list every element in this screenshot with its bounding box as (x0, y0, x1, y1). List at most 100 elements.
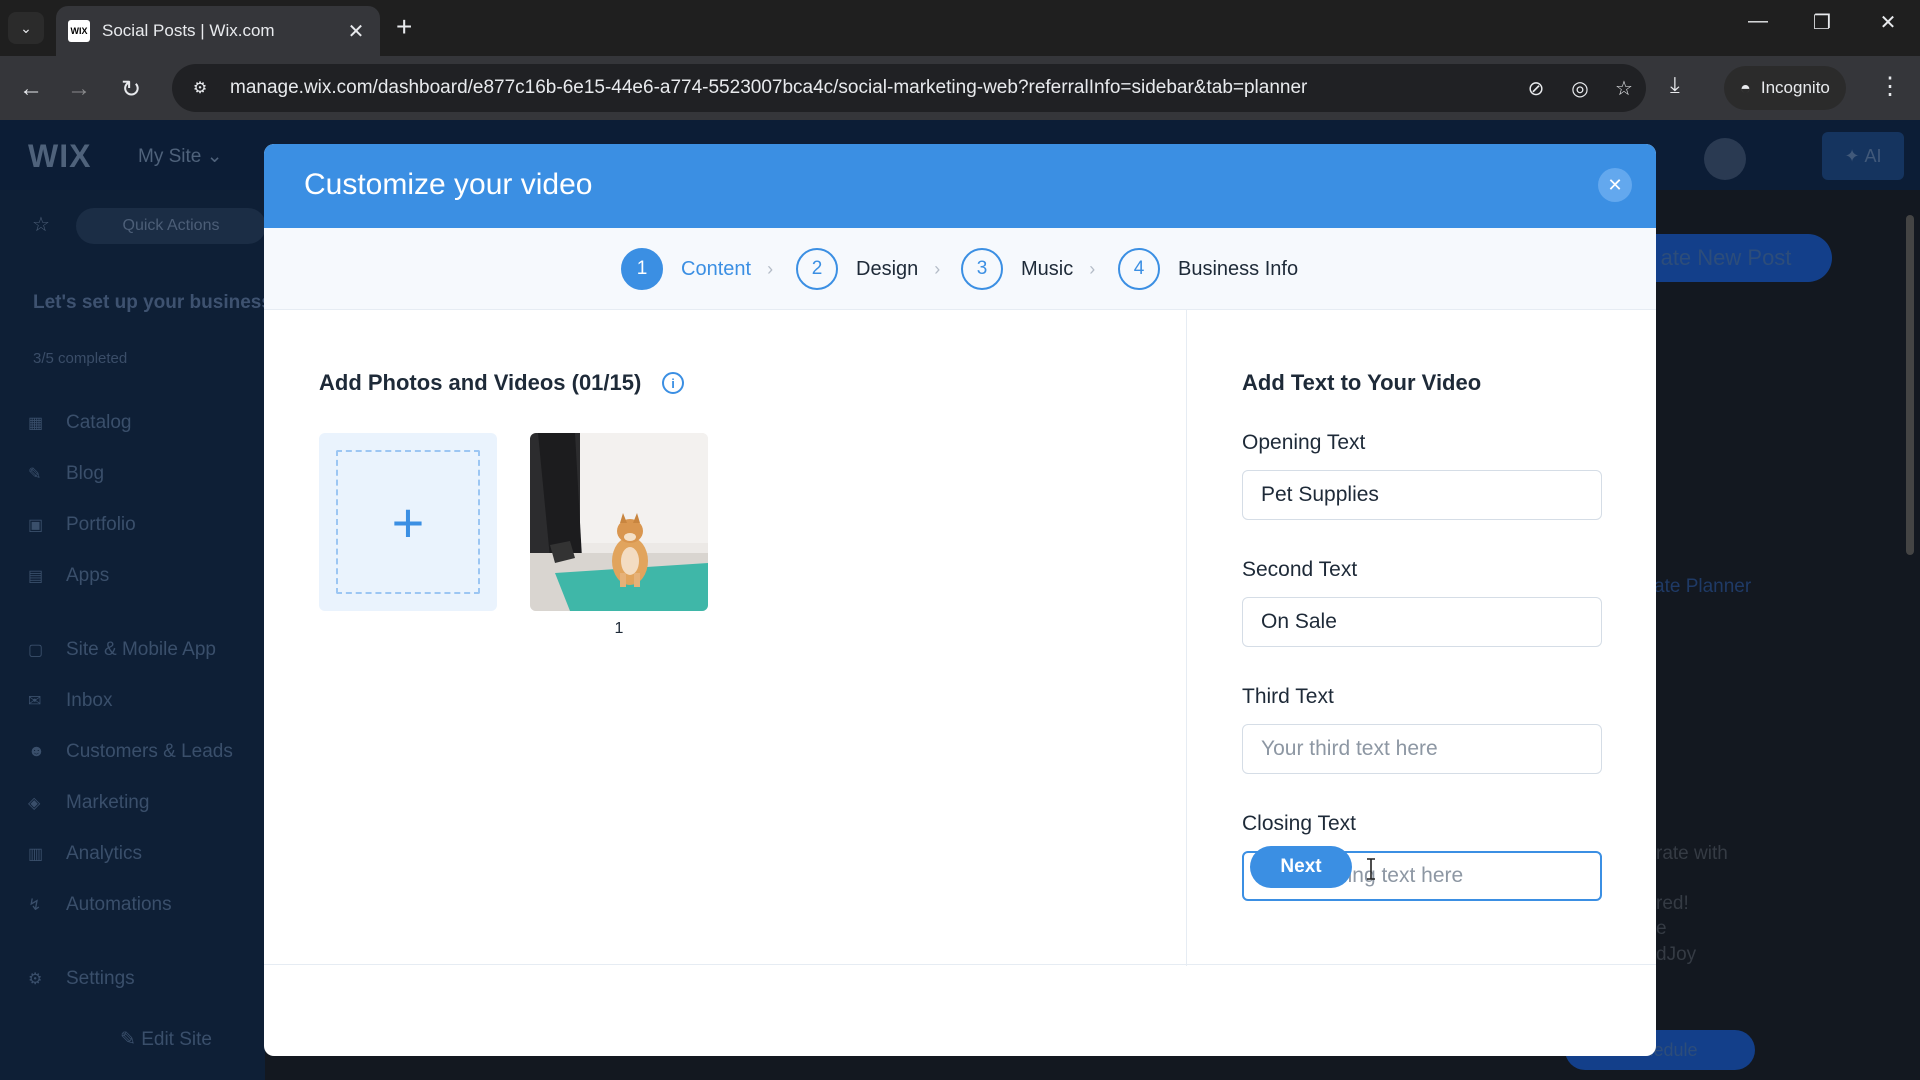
new-tab-icon[interactable]: + (396, 12, 412, 42)
eye-off-icon[interactable]: ◎ (1558, 76, 1602, 101)
site-selector[interactable]: My Site ⌄ (138, 145, 223, 168)
modal-header: Customize your video ✕ (264, 144, 1656, 228)
content-divider (1186, 310, 1187, 966)
wix-favicon-icon: WIX (68, 20, 90, 42)
bg-promo-text-3: e (1656, 918, 1667, 939)
step-label: Content (681, 257, 752, 280)
settings-icon: ⚙ (28, 971, 43, 988)
avatar[interactable] (1704, 138, 1746, 180)
step-number: 1 (621, 248, 663, 290)
incognito-indicator[interactable]: ◓ Incognito (1724, 66, 1846, 110)
customize-video-modal: Customize your video ✕ 1 Content › 2 Des… (264, 144, 1656, 1056)
sidebar-item-label: Catalog (66, 412, 132, 433)
step-number: 3 (961, 248, 1003, 290)
browser-tab-strip: ⌄ WIX Social Posts | Wix.com ✕ + — ❐ ✕ (0, 0, 1920, 56)
blog-icon: ✎ (28, 466, 42, 483)
sidebar-item-customers-leads[interactable]: ☻ Customers & Leads (28, 741, 233, 763)
tab-close-icon[interactable]: ✕ (344, 19, 368, 44)
edit-site-button[interactable]: ✎ Edit Site (120, 1028, 212, 1051)
address-bar[interactable]: ⚙ manage.wix.com/dashboard/e877c16b-6e15… (172, 64, 1646, 112)
restore-icon[interactable]: ❐ (1802, 10, 1842, 35)
wix-logo: WIX (28, 138, 92, 174)
opening-text-input[interactable] (1242, 470, 1602, 520)
dog-photo (530, 433, 708, 611)
star-icon[interactable]: ☆ (32, 212, 50, 237)
bookmark-star-icon[interactable]: ☆ (1602, 76, 1646, 101)
third-text-input[interactable] (1242, 724, 1602, 774)
page-scrollbar[interactable] (1906, 215, 1914, 555)
step-design[interactable]: 2 Design › (796, 248, 940, 290)
ai-button[interactable]: ✦ AI (1822, 132, 1904, 180)
second-text-input[interactable] (1242, 597, 1602, 647)
sidebar-item-inbox[interactable]: ✉ Inbox (28, 690, 112, 712)
dashboard-sidebar (0, 190, 265, 1080)
sidebar-item-catalog[interactable]: ▦ Catalog (28, 412, 132, 434)
sidebar-item-analytics[interactable]: ▥ Analytics (28, 843, 142, 865)
marketing-icon: ◈ (28, 795, 41, 812)
media-thumbnail[interactable] (530, 433, 708, 611)
incognito-label: Incognito (1760, 78, 1830, 97)
reload-icon[interactable]: ↻ (114, 72, 148, 106)
chevron-right-icon: › (1089, 258, 1096, 279)
planner-link[interactable]: ate Planner (1654, 576, 1751, 598)
closing-text-label: Closing Text (1242, 812, 1357, 835)
apps-icon: ▤ (28, 568, 44, 585)
third-text-label: Third Text (1242, 685, 1334, 708)
next-button[interactable]: Next (1250, 846, 1352, 888)
automations-icon: ↯ (28, 897, 42, 914)
download-icon[interactable]: ⤓ (1670, 72, 1680, 98)
chevron-right-icon: › (934, 258, 941, 279)
analytics-icon: ▥ (28, 846, 44, 863)
camera-off-icon[interactable]: ⊘ (1514, 76, 1558, 101)
setup-title: Let's set up your business (33, 292, 272, 313)
second-text-label: Second Text (1242, 558, 1358, 581)
bg-promo-text-4: dJoy (1656, 944, 1697, 965)
url-text[interactable]: manage.wix.com/dashboard/e877c16b-6e15-4… (230, 77, 1514, 99)
browser-tab[interactable]: WIX Social Posts | Wix.com ✕ (56, 6, 380, 56)
quick-actions-button[interactable]: Quick Actions (76, 208, 266, 244)
sidebar-item-label: Automations (66, 894, 172, 915)
sidebar-item-label: Blog (66, 463, 105, 484)
sidebar-item-blog[interactable]: ✎ Blog (28, 463, 104, 485)
setup-progress: 3/5 completed (33, 350, 128, 367)
forward-icon[interactable]: → (62, 72, 96, 106)
sidebar-item-site-mobile-app[interactable]: ▢ Site & Mobile App (28, 639, 216, 661)
step-label: Music (1021, 257, 1074, 280)
opening-text-label: Opening Text (1242, 431, 1366, 454)
step-label: Design (856, 257, 919, 280)
window-close-icon[interactable]: ✕ (1868, 10, 1908, 35)
sidebar-item-marketing[interactable]: ◈ Marketing (28, 792, 149, 814)
sidebar-item-portfolio[interactable]: ▣ Portfolio (28, 514, 136, 536)
add-media-button[interactable]: + (319, 433, 497, 611)
info-icon[interactable]: i (662, 372, 684, 394)
step-number: 4 (1118, 248, 1160, 290)
site-info-icon[interactable]: ⚙ (180, 78, 220, 98)
sidebar-item-label: Analytics (66, 843, 143, 864)
sidebar-item-label: Settings (66, 968, 135, 989)
step-business-info[interactable]: 4 Business Info (1118, 248, 1298, 290)
edit-site-label: Edit Site (141, 1029, 212, 1050)
tab-search-chevron-icon[interactable]: ⌄ (8, 12, 44, 44)
step-music[interactable]: 3 Music › (961, 248, 1095, 290)
browser-menu-icon[interactable]: ⋮ (1878, 72, 1902, 101)
modal-footer (264, 964, 1656, 1056)
text-section-title: Add Text to Your Video (1242, 370, 1482, 395)
sidebar-item-settings[interactable]: ⚙ Settings (28, 968, 135, 990)
modal-title: Customize your video (304, 168, 593, 201)
modal-close-icon[interactable]: ✕ (1598, 168, 1632, 202)
sidebar-item-apps[interactable]: ▤ Apps (28, 565, 109, 587)
step-content[interactable]: 1 Content › (621, 248, 773, 290)
chevron-right-icon: › (767, 258, 774, 279)
back-icon[interactable]: ← (14, 72, 48, 106)
plus-icon: + (336, 450, 480, 594)
media-section-title: Add Photos and Videos (01/15) (319, 370, 642, 395)
bg-promo-text-2: red! (1656, 893, 1689, 914)
sidebar-item-label: Inbox (66, 690, 113, 711)
inbox-icon: ✉ (28, 693, 42, 710)
site-icon: ▢ (28, 642, 44, 659)
sidebar-item-label: Marketing (66, 792, 150, 813)
minimize-icon[interactable]: — (1738, 10, 1778, 33)
sidebar-item-automations[interactable]: ↯ Automations (28, 894, 172, 916)
sidebar-item-label: Customers & Leads (66, 741, 233, 762)
portfolio-icon: ▣ (28, 517, 44, 534)
